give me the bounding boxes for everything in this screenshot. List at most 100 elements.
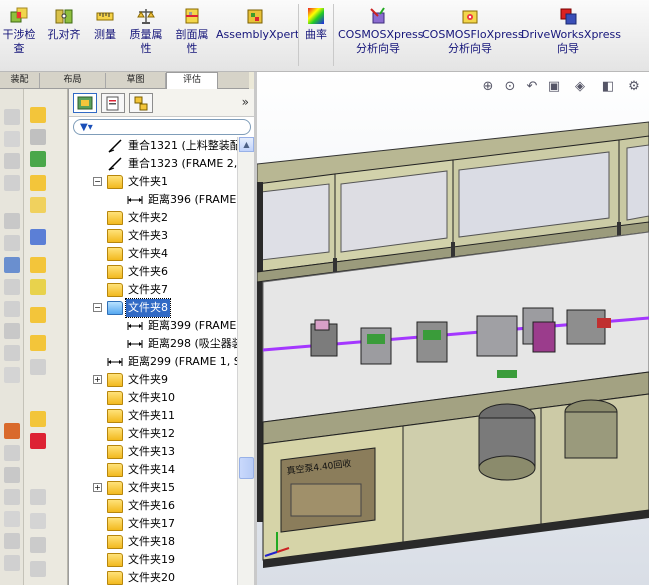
toolbar-icon[interactable]: [30, 335, 46, 351]
curvature-button[interactable]: 曲率: [302, 6, 330, 42]
toolbar-icon[interactable]: [4, 533, 20, 549]
toolbar-icon[interactable]: [30, 489, 46, 505]
expand-toggle-icon[interactable]: +: [93, 375, 102, 384]
folder-icon: [107, 427, 123, 441]
toolbar-icon[interactable]: [30, 513, 46, 529]
tree-folder-item[interactable]: 文件夹3: [69, 227, 237, 245]
graphics-area[interactable]: ⊕ ⊙ ↶ ▣ ◈ ◧ ⚙ 真空泵4.40回收: [257, 72, 649, 585]
toolbar-icon[interactable]: [4, 345, 20, 361]
tree-coincident-mate-item[interactable]: 重合1321 (上料整装配: [69, 137, 237, 155]
folder-icon: [107, 175, 123, 189]
tree-distance-mate-item[interactable]: 距离396 (FRAME 1: [69, 191, 237, 209]
toolbar-icon[interactable]: [4, 153, 20, 169]
toolbar-icon[interactable]: [30, 197, 46, 213]
tree-folder-item[interactable]: 文件夹6: [69, 263, 237, 281]
tree-folder-item[interactable]: 文件夹17: [69, 515, 237, 533]
tab-assembly[interactable]: 装配: [0, 73, 40, 88]
collapse-toggle-icon[interactable]: −: [93, 303, 102, 312]
toolbar-icon[interactable]: [4, 323, 20, 339]
tree-folder-item[interactable]: 文件夹14: [69, 461, 237, 479]
tree-folder-item[interactable]: 文件夹4: [69, 245, 237, 263]
driveworksxpress-label-1: DriveWorksXpress: [521, 28, 621, 41]
toolbar-icon[interactable]: [30, 411, 46, 427]
configuration-manager-tab[interactable]: [129, 93, 153, 113]
toolbar-icon[interactable]: [30, 537, 46, 553]
interference-check-button[interactable]: 干涉检 查: [0, 6, 38, 56]
expand-toggle-icon[interactable]: +: [93, 483, 102, 492]
tree-folder-item[interactable]: 文件夹2: [69, 209, 237, 227]
tree-distance-mate-item[interactable]: 距离298 (吸尘器装: [69, 335, 237, 353]
distance-mate-icon: [127, 337, 143, 351]
tree-distance-mate-item[interactable]: 距离399 (FRAME 1: [69, 317, 237, 335]
toolbar-icon[interactable]: [4, 423, 20, 439]
folder-icon: [107, 265, 123, 279]
tree-folder-item[interactable]: 文件夹20: [69, 569, 237, 585]
tab-sketch[interactable]: 草图: [106, 73, 166, 88]
toolbar-icon[interactable]: [4, 445, 20, 461]
interference-check-label-2: 查: [13, 42, 25, 55]
toolbar-icon[interactable]: [30, 561, 46, 577]
tree-distance-mate-item[interactable]: 距离299 (FRAME 1, SF: [69, 353, 237, 371]
panel-expand-icon[interactable]: »: [242, 95, 249, 109]
toolbar-icon[interactable]: [30, 307, 46, 323]
tree-folder-item[interactable]: 文件夹13: [69, 443, 237, 461]
toolbar-icon[interactable]: [4, 109, 20, 125]
toolbar-icon[interactable]: [4, 235, 20, 251]
toolbar-icon[interactable]: [4, 131, 20, 147]
cosmosxpress-button[interactable]: COSMOSXpress 分析向导: [338, 6, 423, 56]
toolbar-icon[interactable]: [4, 175, 20, 191]
tree-folder-item[interactable]: 文件夹16: [69, 497, 237, 515]
tree-scrollbar[interactable]: ▲: [237, 137, 254, 585]
tree-filter-input[interactable]: ▼▾: [73, 119, 251, 135]
command-manager: 干涉检 查 孔对齐 测量 质量属 性 剖面属 性 AssemblyXpert 曲…: [0, 0, 649, 72]
toolbar-icon[interactable]: [4, 555, 20, 571]
toolbar-icon[interactable]: [30, 279, 46, 295]
scroll-up-icon[interactable]: ▲: [239, 137, 254, 152]
toolbar-icon[interactable]: [30, 229, 46, 245]
tree-folder-item[interactable]: − 文件夹1: [69, 173, 237, 191]
filter-icon[interactable]: ▼▾: [80, 122, 93, 133]
toolbar-icon[interactable]: [30, 257, 46, 273]
tree-folder-item[interactable]: 文件夹11: [69, 407, 237, 425]
tree-folder-item[interactable]: 文件夹7: [69, 281, 237, 299]
tree-folder-item[interactable]: − 文件夹8: [69, 298, 237, 318]
mass-properties-label-1: 质量属: [129, 28, 163, 41]
toolbar-icon[interactable]: [4, 213, 20, 229]
toolbar-icon[interactable]: [30, 107, 46, 123]
toolbar-icon[interactable]: [30, 433, 46, 449]
tree-item-label: 文件夹16: [128, 499, 175, 512]
assemblyxpert-button[interactable]: AssemblyXpert: [216, 6, 299, 42]
toolbar-icon[interactable]: [30, 175, 46, 191]
tree-folder-item[interactable]: 文件夹10: [69, 389, 237, 407]
toolbar-icon[interactable]: [30, 151, 46, 167]
mass-properties-button[interactable]: 质量属 性: [126, 6, 166, 56]
tab-layout[interactable]: 布局: [40, 73, 106, 88]
property-manager-tab[interactable]: [101, 93, 125, 113]
tree-folder-item[interactable]: 文件夹19: [69, 551, 237, 569]
toolbar-icon[interactable]: [4, 257, 20, 273]
cosmosfloxpress-button[interactable]: COSMOSFloXpress 分析向导: [422, 6, 524, 56]
feature-tree-tab[interactable]: [73, 93, 97, 113]
toolbar-icon[interactable]: [30, 359, 46, 375]
toolbar-icon[interactable]: [4, 467, 20, 483]
tree-folder-item[interactable]: + 文件夹9: [69, 371, 237, 389]
toolbar-icon[interactable]: [4, 511, 20, 527]
tree-folder-item[interactable]: 文件夹12: [69, 425, 237, 443]
folder-icon: [107, 229, 123, 243]
hole-alignment-button[interactable]: 孔对齐: [44, 6, 84, 42]
collapse-toggle-icon[interactable]: −: [93, 177, 102, 186]
section-properties-button[interactable]: 剖面属 性: [170, 6, 214, 56]
tree-folder-item[interactable]: + 文件夹15: [69, 479, 237, 497]
command-tabs: 装配 布局 草图 评估: [0, 72, 249, 89]
toolbar-icon[interactable]: [4, 489, 20, 505]
tree-folder-item[interactable]: 文件夹18: [69, 533, 237, 551]
driveworksxpress-button[interactable]: DriveWorksXpress 向导: [521, 6, 621, 56]
tree-coincident-mate-item[interactable]: 重合1323 (FRAME 2, S: [69, 155, 237, 173]
measure-button[interactable]: 测量: [90, 6, 120, 42]
toolbar-icon[interactable]: [4, 367, 20, 383]
scroll-thumb[interactable]: [239, 457, 254, 479]
toolbar-icon[interactable]: [30, 129, 46, 145]
toolbar-icon[interactable]: [4, 279, 20, 295]
toolbar-icon[interactable]: [4, 301, 20, 317]
tab-evaluate[interactable]: 评估: [166, 72, 218, 89]
